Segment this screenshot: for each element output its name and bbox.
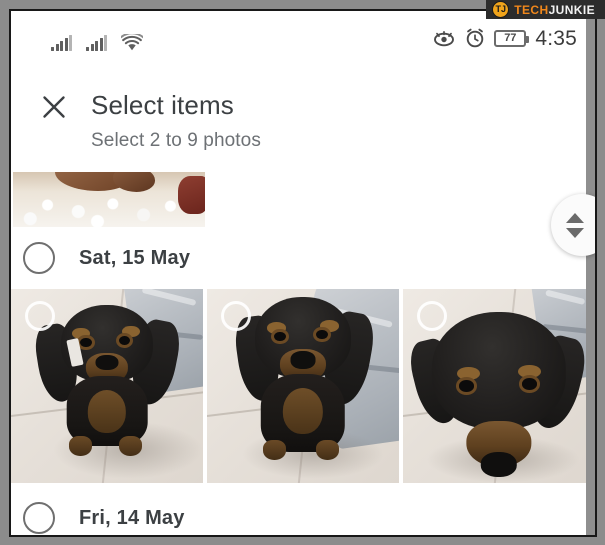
selection-header: Select items Select 2 to 9 photos (11, 66, 595, 227)
partial-photo-row (11, 172, 595, 227)
date-select-circle[interactable] (23, 242, 55, 274)
eye-icon (434, 30, 455, 46)
photo-thumbnail[interactable] (207, 289, 399, 483)
close-icon[interactable] (39, 92, 69, 122)
page-title: Select items (91, 90, 234, 120)
logo-initials: TJ (495, 4, 507, 14)
photo-thumbnail[interactable] (403, 289, 595, 483)
signal-bars-icon-2 (86, 34, 107, 51)
status-bar-clock: 4:35 (535, 26, 577, 50)
techjunkie-watermark: TJ TECH JUNKIE (486, 0, 605, 19)
date-header-row[interactable]: Fri, 14 May (11, 487, 595, 535)
triangle-up-icon[interactable] (566, 212, 584, 223)
watermark-brand-junkie: JUNKIE (548, 2, 595, 17)
date-label: Fri, 14 May (79, 506, 185, 529)
photo-list[interactable]: Sat, 15 May Fri, 14 May (11, 172, 595, 535)
date-header-row[interactable]: Sat, 15 May (11, 227, 595, 289)
battery-level-text: 77 (504, 31, 517, 44)
page-subtitle: Select 2 to 9 photos (91, 130, 261, 151)
wifi-icon (120, 32, 144, 51)
status-bar-left (51, 25, 144, 51)
date-label: Sat, 15 May (79, 246, 191, 269)
food-photo-thumbnail[interactable] (13, 172, 205, 227)
photo-grid-row (11, 289, 595, 483)
phone-screen: 77 4:35 Select items Select 2 to 9 photo… (9, 9, 597, 537)
photo-select-circle[interactable] (417, 301, 447, 331)
device-frame: 77 4:35 Select items Select 2 to 9 photo… (0, 0, 605, 545)
triangle-down-icon[interactable] (566, 227, 584, 238)
scrollbar-track[interactable] (586, 11, 595, 535)
alarm-clock-icon (467, 28, 484, 48)
signal-bars-icon (51, 34, 72, 51)
photo-select-circle[interactable] (25, 301, 55, 331)
screen-content: 77 4:35 Select items Select 2 to 9 photo… (11, 11, 595, 535)
photo-thumbnail[interactable] (11, 289, 203, 483)
techjunkie-logo-icon: TJ (492, 1, 510, 18)
watermark-brand-tech: TECH (514, 2, 549, 17)
status-bar: 77 4:35 (11, 11, 595, 66)
status-bar-right: 77 4:35 (432, 23, 577, 53)
photo-select-circle[interactable] (221, 301, 251, 331)
battery-indicator: 77 (494, 29, 530, 47)
scroll-arrows (566, 212, 584, 238)
rice-photo-art (13, 172, 205, 227)
date-select-circle[interactable] (23, 502, 55, 534)
